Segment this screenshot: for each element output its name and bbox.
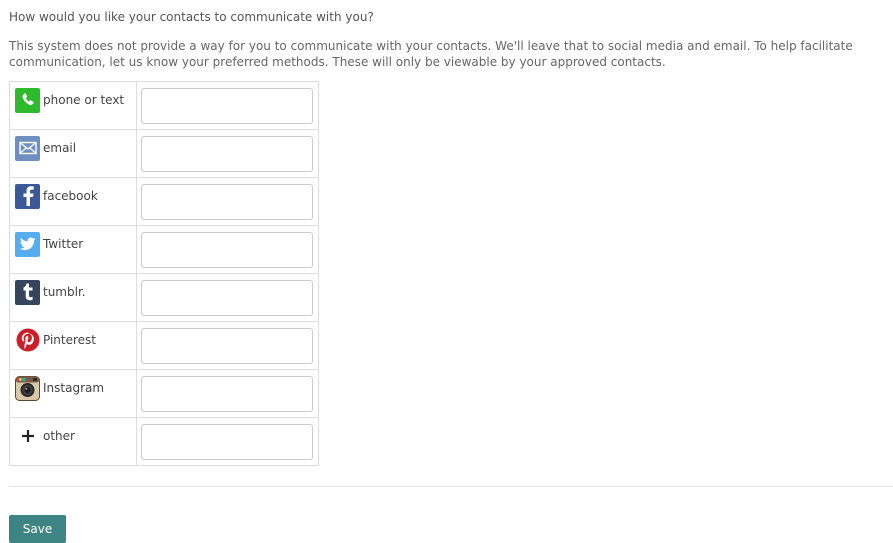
- table-row: Twitter: [9, 225, 319, 274]
- facebook-icon: [15, 183, 40, 209]
- tumblr-input[interactable]: [141, 280, 313, 316]
- save-button[interactable]: Save: [9, 515, 66, 543]
- facebook-input[interactable]: [141, 184, 313, 220]
- phone-label: phone or text: [43, 93, 125, 107]
- instagram-label: Instagram: [43, 381, 105, 395]
- description-text: This system does not provide a way for y…: [9, 39, 853, 69]
- other-input[interactable]: [141, 424, 313, 460]
- pinterest-input[interactable]: [141, 328, 313, 364]
- table-row: other: [9, 417, 319, 466]
- table-row: Pinterest: [9, 321, 319, 370]
- table-row: facebook: [9, 177, 319, 226]
- pinterest-label: Pinterest: [43, 333, 97, 347]
- table-row: tumblr.: [9, 273, 319, 322]
- email-input[interactable]: [141, 136, 313, 172]
- contact-methods-table: phone or text email facebook Twitter tum…: [9, 81, 319, 466]
- table-row: phone or text: [9, 81, 319, 130]
- pinterest-icon: [15, 328, 40, 353]
- table-row: Instagram: [9, 369, 319, 418]
- instagram-icon: [15, 375, 40, 401]
- tumblr-label: tumblr.: [43, 285, 86, 299]
- twitter-input[interactable]: [141, 232, 313, 268]
- question-heading: How would you like your contacts to comm…: [9, 10, 374, 24]
- phone-icon: [15, 87, 40, 113]
- plus-icon: [15, 424, 40, 449]
- envelope-icon: [15, 135, 40, 161]
- email-label: email: [43, 141, 77, 155]
- other-label: other: [43, 429, 75, 443]
- phone-input[interactable]: [141, 88, 313, 124]
- divider: [9, 486, 893, 487]
- tumblr-icon: [15, 279, 40, 305]
- table-row: email: [9, 129, 319, 178]
- twitter-icon: [15, 231, 40, 257]
- facebook-label: facebook: [43, 189, 98, 203]
- twitter-label: Twitter: [43, 237, 84, 251]
- instagram-input[interactable]: [141, 376, 313, 412]
